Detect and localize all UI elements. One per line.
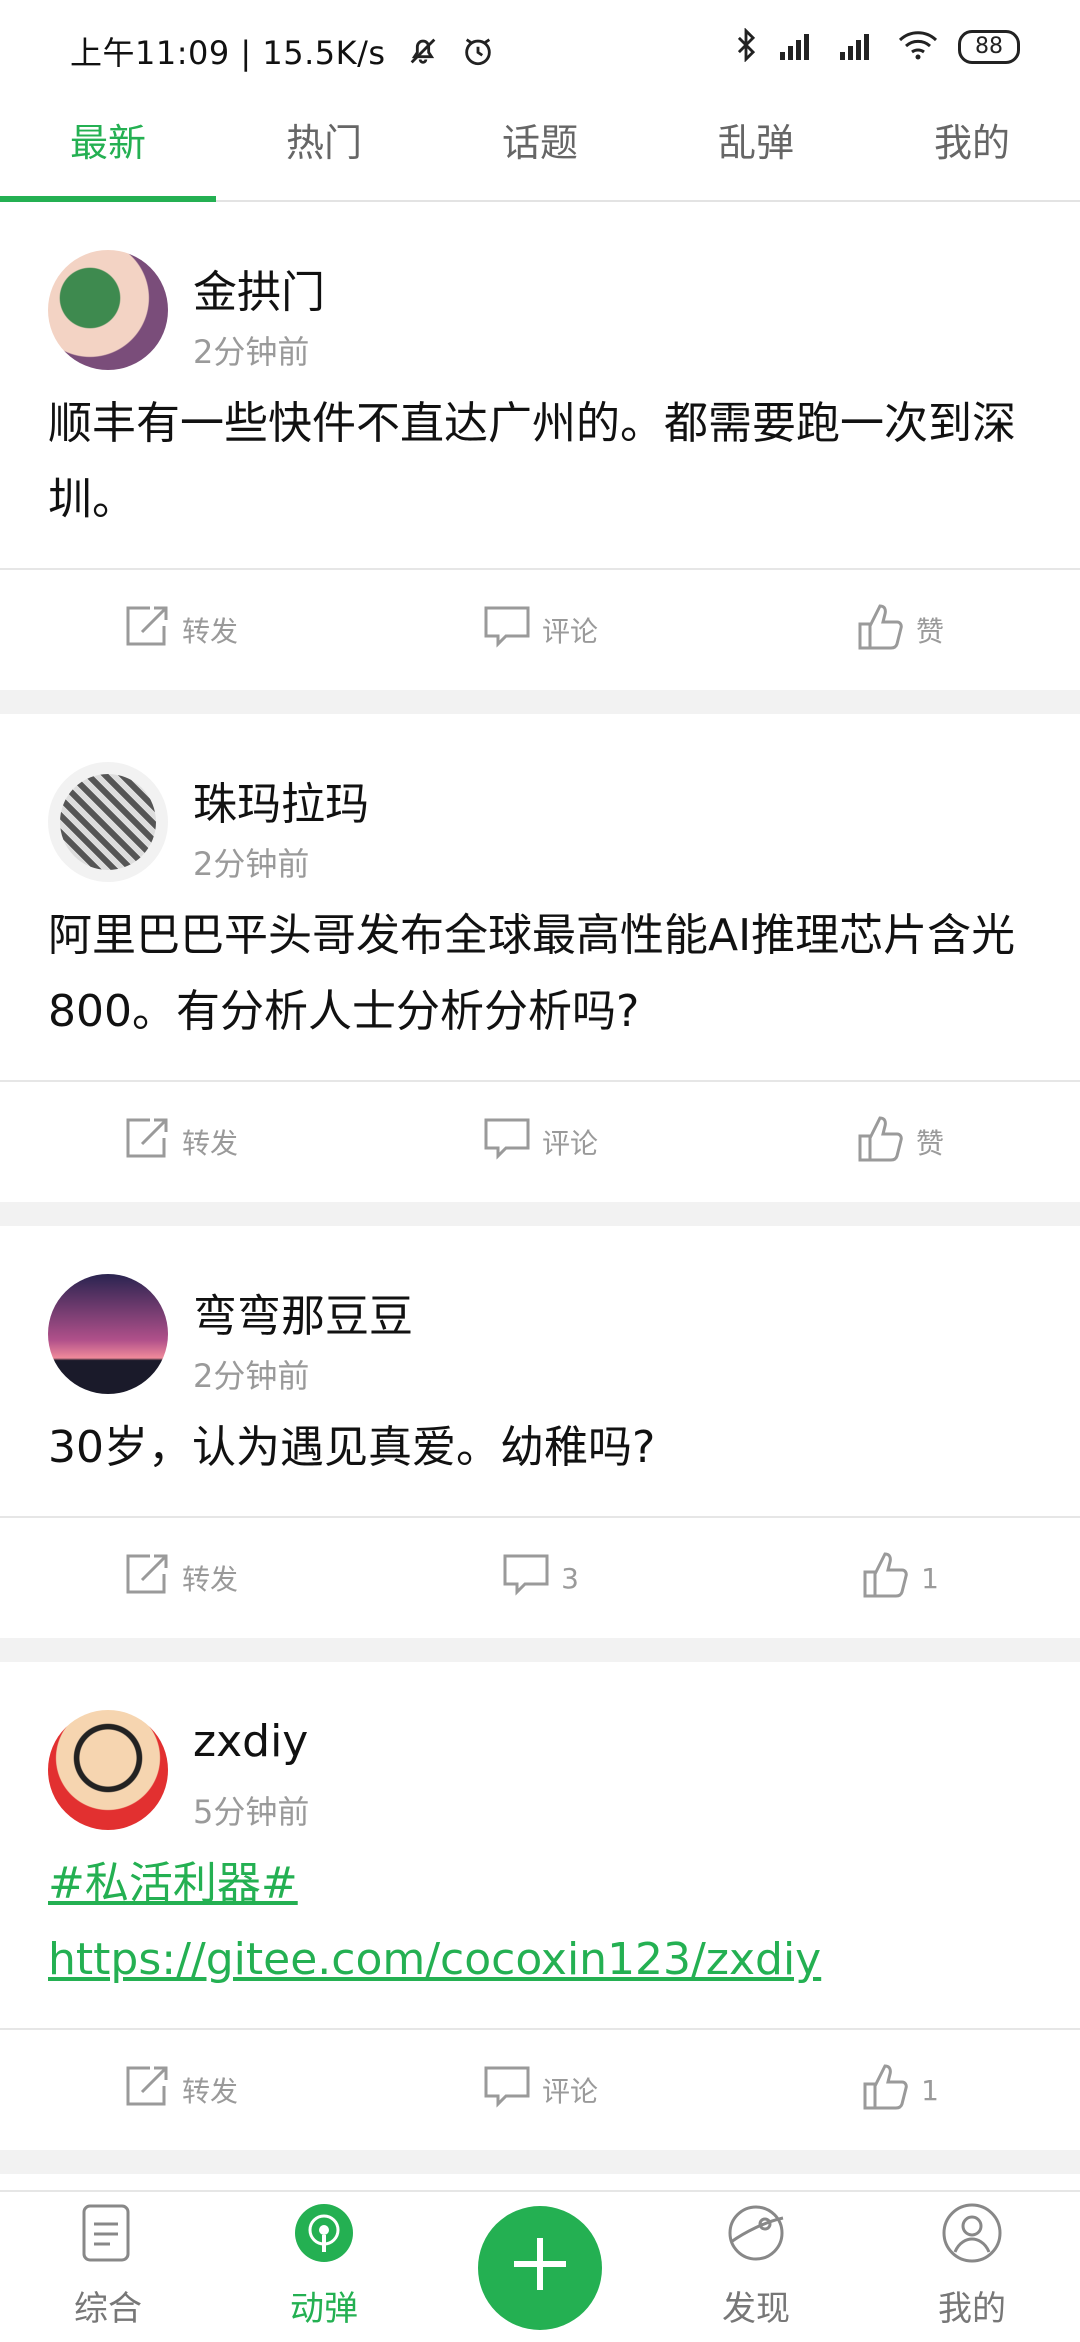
comment-button[interactable]: 评论 <box>360 1116 720 1169</box>
avatar[interactable] <box>48 1710 168 1830</box>
avatar[interactable] <box>48 1274 168 1394</box>
feed-list: 金拱门 2分钟前 顺丰有一些快件不直达广州的。都需要跑一次到深圳。 转发 评论 … <box>0 202 1080 2174</box>
post-divider <box>0 690 1080 714</box>
post-content[interactable]: 顺丰有一些快件不直达广州的。都需要跑一次到深圳。 <box>0 352 1080 568</box>
like-button[interactable]: 1 <box>720 2062 1080 2119</box>
broadcast-icon <box>293 2202 355 2273</box>
comment-icon <box>501 1552 551 1605</box>
plus-icon <box>508 2232 572 2305</box>
nav-publish[interactable] <box>432 2192 648 2342</box>
post-divider <box>0 2150 1080 2174</box>
post-content[interactable]: 阿里巴巴平头哥发布全球最高性能AI推理芯片含光800。有分析人士分析分析吗? <box>0 864 1080 1080</box>
post-actions: 转发 评论 赞 <box>0 1080 1080 1202</box>
post-actions: 转发 3 1 <box>0 1516 1080 1638</box>
bluetooth-icon <box>734 27 758 66</box>
post-time: 2分钟前 <box>193 1357 310 1395</box>
nav-label: 发现 <box>722 2289 790 2329</box>
nav-discover[interactable]: 发现 <box>648 2192 864 2342</box>
thumbs-up-icon <box>856 602 906 659</box>
add-post-button[interactable] <box>478 2206 602 2330</box>
post-username[interactable]: 珠玛拉玛 <box>193 768 369 832</box>
wifi-icon <box>898 30 938 64</box>
post-actions: 转发 评论 赞 <box>0 568 1080 690</box>
nav-label: 我的 <box>938 2289 1006 2329</box>
top-tabs: 最新 热门 话题 乱弹 我的 <box>0 100 1080 202</box>
url-link[interactable]: https://gitee.com/cocoxin123/zxdiy <box>48 1934 821 1985</box>
planet-icon <box>725 2202 787 2273</box>
like-label: 赞 <box>915 1127 944 1160</box>
post-content[interactable]: 30岁，认为遇见真爱。幼稚吗? <box>0 1376 1080 1516</box>
post-time: 5分钟前 <box>193 1793 310 1831</box>
comment-count: 3 <box>561 1561 579 1595</box>
like-label: 赞 <box>915 615 944 648</box>
avatar[interactable] <box>48 250 168 370</box>
post-item[interactable]: zxdiy 5分钟前 #私活利器# https://gitee.com/coco… <box>0 1662 1080 2150</box>
tab-random[interactable]: 乱弹 <box>648 100 864 200</box>
comment-label: 评论 <box>541 615 598 648</box>
post-item[interactable]: 弯弯那豆豆 2分钟前 30岁，认为遇见真爱。幼稚吗? 转发 3 1 <box>0 1226 1080 1638</box>
like-count: 1 <box>921 1561 939 1595</box>
post-content[interactable]: #私活利器# https://gitee.com/cocoxin123/zxdi… <box>0 1812 1080 2028</box>
comment-button[interactable]: 3 <box>360 1552 720 1605</box>
nav-tweets[interactable]: 动弹 <box>216 2192 432 2342</box>
comment-button[interactable]: 评论 <box>360 604 720 657</box>
battery-indicator: 88 <box>958 30 1020 64</box>
forward-button[interactable]: 转发 <box>0 604 360 657</box>
forward-label: 转发 <box>181 1127 238 1160</box>
thumbs-up-icon <box>861 1550 911 1607</box>
share-icon <box>122 1552 172 1605</box>
alarm-icon <box>461 34 495 76</box>
signal-icon <box>778 30 818 64</box>
status-time: 上午11:09 | 15.5K/s <box>70 34 386 72</box>
comment-label: 评论 <box>541 2075 598 2108</box>
forward-label: 转发 <box>181 1563 238 1596</box>
avatar[interactable] <box>48 762 168 882</box>
post-item[interactable]: 珠玛拉玛 2分钟前 阿里巴巴平头哥发布全球最高性能AI推理芯片含光800。有分析… <box>0 714 1080 1202</box>
post-item[interactable]: 金拱门 2分钟前 顺丰有一些快件不直达广州的。都需要跑一次到深圳。 转发 评论 … <box>0 202 1080 690</box>
post-actions: 转发 评论 1 <box>0 2028 1080 2150</box>
tab-latest[interactable]: 最新 <box>0 100 216 202</box>
like-button[interactable]: 1 <box>720 1550 1080 1607</box>
forward-button[interactable]: 转发 <box>0 1552 360 1605</box>
bottom-nav: 综合 动弹 发现 我的 <box>0 2190 1080 2342</box>
nav-label: 动弹 <box>290 2289 358 2329</box>
signal-hd-icon <box>838 30 878 64</box>
like-count: 1 <box>921 2073 939 2107</box>
post-username[interactable]: 金拱门 <box>193 256 325 320</box>
forward-button[interactable]: 转发 <box>0 1116 360 1169</box>
tab-topics[interactable]: 话题 <box>432 100 648 200</box>
like-button[interactable]: 赞 <box>720 602 1080 659</box>
like-button[interactable]: 赞 <box>720 1114 1080 1171</box>
status-bar: 上午11:09 | 15.5K/s 88 <box>0 0 1080 100</box>
post-time: 2分钟前 <box>193 333 310 371</box>
share-icon <box>122 604 172 657</box>
post-divider <box>0 1638 1080 1662</box>
comment-icon <box>482 2064 532 2117</box>
nav-label: 综合 <box>74 2289 142 2329</box>
share-icon <box>122 1116 172 1169</box>
mute-icon <box>406 34 440 76</box>
forward-button[interactable]: 转发 <box>0 2064 360 2117</box>
forward-label: 转发 <box>181 2075 238 2108</box>
post-time: 2分钟前 <box>193 845 310 883</box>
nav-profile[interactable]: 我的 <box>864 2192 1080 2342</box>
post-username[interactable]: 弯弯那豆豆 <box>193 1280 413 1344</box>
share-icon <box>122 2064 172 2117</box>
app-screen: 上午11:09 | 15.5K/s 88 最新 热门 话题 乱弹 我的 金拱门 … <box>0 0 1080 2342</box>
document-icon <box>78 2202 138 2273</box>
tab-hot[interactable]: 热门 <box>216 100 432 200</box>
thumbs-up-icon <box>861 2062 911 2119</box>
comment-icon <box>482 1116 532 1169</box>
forward-label: 转发 <box>181 615 238 648</box>
comment-icon <box>482 604 532 657</box>
nav-overview[interactable]: 综合 <box>0 2192 216 2342</box>
profile-icon <box>941 2202 1003 2273</box>
comment-label: 评论 <box>541 1127 598 1160</box>
post-username[interactable]: zxdiy <box>193 1716 308 1767</box>
thumbs-up-icon <box>856 1114 906 1171</box>
topic-link[interactable]: #私活利器# <box>48 1858 298 1909</box>
post-divider <box>0 1202 1080 1226</box>
comment-button[interactable]: 评论 <box>360 2064 720 2117</box>
tab-mine[interactable]: 我的 <box>864 100 1080 200</box>
